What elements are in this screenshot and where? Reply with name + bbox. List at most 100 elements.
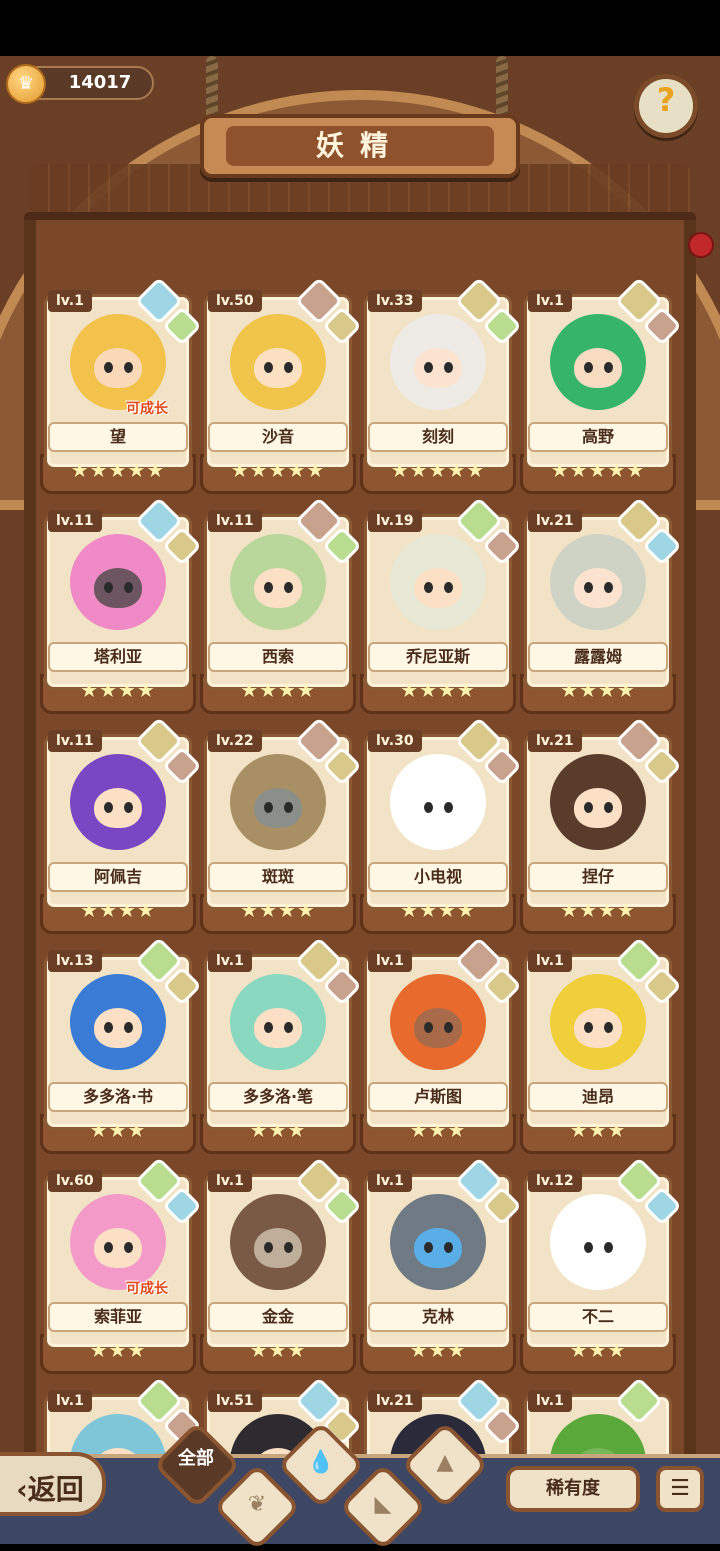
fairy-eye — [444, 1022, 453, 1033]
fairy-name: 望 — [48, 422, 188, 452]
fairy-face — [574, 568, 622, 608]
star-rating: ★★★★ — [80, 898, 156, 922]
fairy-card[interactable]: lv.11 西索 ★★★★ — [200, 496, 362, 714]
fairy-eye — [124, 582, 133, 593]
fairy-face — [574, 1008, 622, 1048]
star-rating: ★★★★★ — [70, 458, 166, 482]
fairy-eye — [424, 802, 433, 813]
fairy-face — [254, 348, 302, 388]
fairy-name: 乔尼亚斯 — [368, 642, 508, 672]
fairy-name: 克林 — [368, 1302, 508, 1332]
level-badge: lv.51 — [208, 1390, 262, 1412]
fairy-eye — [424, 1242, 433, 1253]
star-rating: ★★★★★ — [550, 458, 646, 482]
fairy-name: 迪昂 — [528, 1082, 668, 1112]
fairy-face — [254, 788, 302, 828]
fairy-face — [94, 1008, 142, 1048]
fairy-eye — [424, 1022, 433, 1033]
back-button[interactable]: ‹返回 — [0, 1452, 106, 1516]
fairy-card[interactable]: lv.11 阿佩吉 ★★★★ — [40, 716, 202, 934]
fairy-card[interactable]: lv.1 克林 ★★★ — [360, 1156, 522, 1374]
help-button[interactable]: ? — [634, 74, 698, 138]
sort-list-icon[interactable]: ☰ — [656, 1466, 704, 1512]
star-rating: ★★★★★ — [230, 458, 326, 482]
star-rating: ★★★ — [409, 1118, 467, 1142]
rock-icon: ◣ — [374, 1492, 392, 1517]
fairy-card[interactable]: lv.1 望 ★★★★★ 可成长 — [40, 276, 202, 494]
fairy-eye — [604, 802, 613, 813]
fairy-eye — [264, 582, 273, 593]
level-badge: lv.33 — [368, 290, 422, 312]
fairy-portrait — [230, 534, 326, 630]
fairy-eye — [584, 802, 593, 813]
fairy-card[interactable]: lv.11 塔利亚 ★★★★ — [40, 496, 202, 714]
fairy-eye — [264, 802, 273, 813]
fairy-name: 塔利亚 — [48, 642, 188, 672]
fairy-portrait — [390, 534, 486, 630]
fairy-eye — [104, 802, 113, 813]
fairy-eye — [104, 1022, 113, 1033]
fairy-eye — [424, 582, 433, 593]
fairy-portrait — [390, 974, 486, 1070]
fairy-card[interactable]: lv.50 沙音 ★★★★★ — [200, 276, 362, 494]
fairy-card[interactable]: lv.19 乔尼亚斯 ★★★★ — [360, 496, 522, 714]
fairy-card[interactable]: lv.1 迪昂 ★★★ — [520, 936, 682, 1154]
fairy-card[interactable]: lv.21 露露姆 ★★★★ — [520, 496, 682, 714]
fairy-face — [254, 1228, 302, 1268]
fairy-face — [414, 1228, 462, 1268]
fairy-name: 不二 — [528, 1302, 668, 1332]
fairy-card[interactable]: lv.22 斑斑 ★★★★ — [200, 716, 362, 934]
fairy-card[interactable]: lv.1 多多洛·笔 ★★★ — [200, 936, 362, 1154]
fairy-card[interactable]: lv.13 多多洛·书 ★★★ — [40, 936, 202, 1154]
fairy-portrait — [230, 754, 326, 850]
level-badge: lv.19 — [368, 510, 422, 532]
fairy-face — [94, 788, 142, 828]
fairy-name: 捏仔 — [528, 862, 668, 892]
fairy-name: 卢斯图 — [368, 1082, 508, 1112]
fairy-portrait — [70, 754, 166, 850]
fairy-eye — [124, 802, 133, 813]
fairy-card[interactable]: lv.60 索菲亚 ★★★ 可成长 — [40, 1156, 202, 1374]
sprout-icon: ❦ — [247, 1492, 267, 1517]
fairy-eye — [284, 1242, 293, 1253]
fairy-face — [414, 788, 462, 828]
fairy-card[interactable]: lv.1 金金 ★★★ — [200, 1156, 362, 1374]
level-badge: lv.1 — [48, 1390, 92, 1412]
rarity-sort-button[interactable]: 稀有度 — [506, 1466, 640, 1512]
fairy-name: 多多洛·笔 — [208, 1082, 348, 1112]
level-badge: lv.1 — [528, 1390, 572, 1412]
fairy-card[interactable]: lv.1 高野 ★★★★★ — [520, 276, 682, 494]
fairy-portrait — [550, 974, 646, 1070]
fairy-face — [574, 348, 622, 388]
fairy-face — [414, 348, 462, 388]
fairy-card[interactable]: lv.33 刻刻 ★★★★★ — [360, 276, 522, 494]
notification-dot — [688, 232, 714, 258]
fairy-portrait — [70, 314, 166, 410]
fairy-portrait — [390, 314, 486, 410]
fairy-eye — [124, 1242, 133, 1253]
fairy-eye — [604, 1022, 613, 1033]
fairy-name: 小电视 — [368, 862, 508, 892]
star-rating: ★★★ — [569, 1118, 627, 1142]
star-rating: ★★★★ — [400, 678, 476, 702]
coin-value: 14017 — [68, 72, 132, 93]
fairy-card[interactable]: lv.12 不二 ★★★ — [520, 1156, 682, 1374]
fairy-eye — [584, 1022, 593, 1033]
fairy-card[interactable]: lv.21 捏仔 ★★★★ — [520, 716, 682, 934]
fairy-face — [94, 568, 142, 608]
fairy-eye — [284, 802, 293, 813]
fairy-card[interactable]: lv.30 小电视 ★★★★ — [360, 716, 522, 934]
coin-icon: ♛ — [6, 64, 46, 104]
level-badge: lv.1 — [48, 290, 92, 312]
fairy-portrait — [390, 754, 486, 850]
fairy-name: 金金 — [208, 1302, 348, 1332]
fairy-eye — [444, 362, 453, 373]
fairy-card[interactable]: lv.1 卢斯图 ★★★ — [360, 936, 522, 1154]
star-rating: ★★★★ — [80, 678, 156, 702]
level-badge: lv.13 — [48, 950, 102, 972]
fairy-face — [94, 348, 142, 388]
level-badge: lv.1 — [368, 950, 412, 972]
fairy-eye — [584, 362, 593, 373]
fairy-name: 斑斑 — [208, 862, 348, 892]
fairy-eye — [104, 362, 113, 373]
